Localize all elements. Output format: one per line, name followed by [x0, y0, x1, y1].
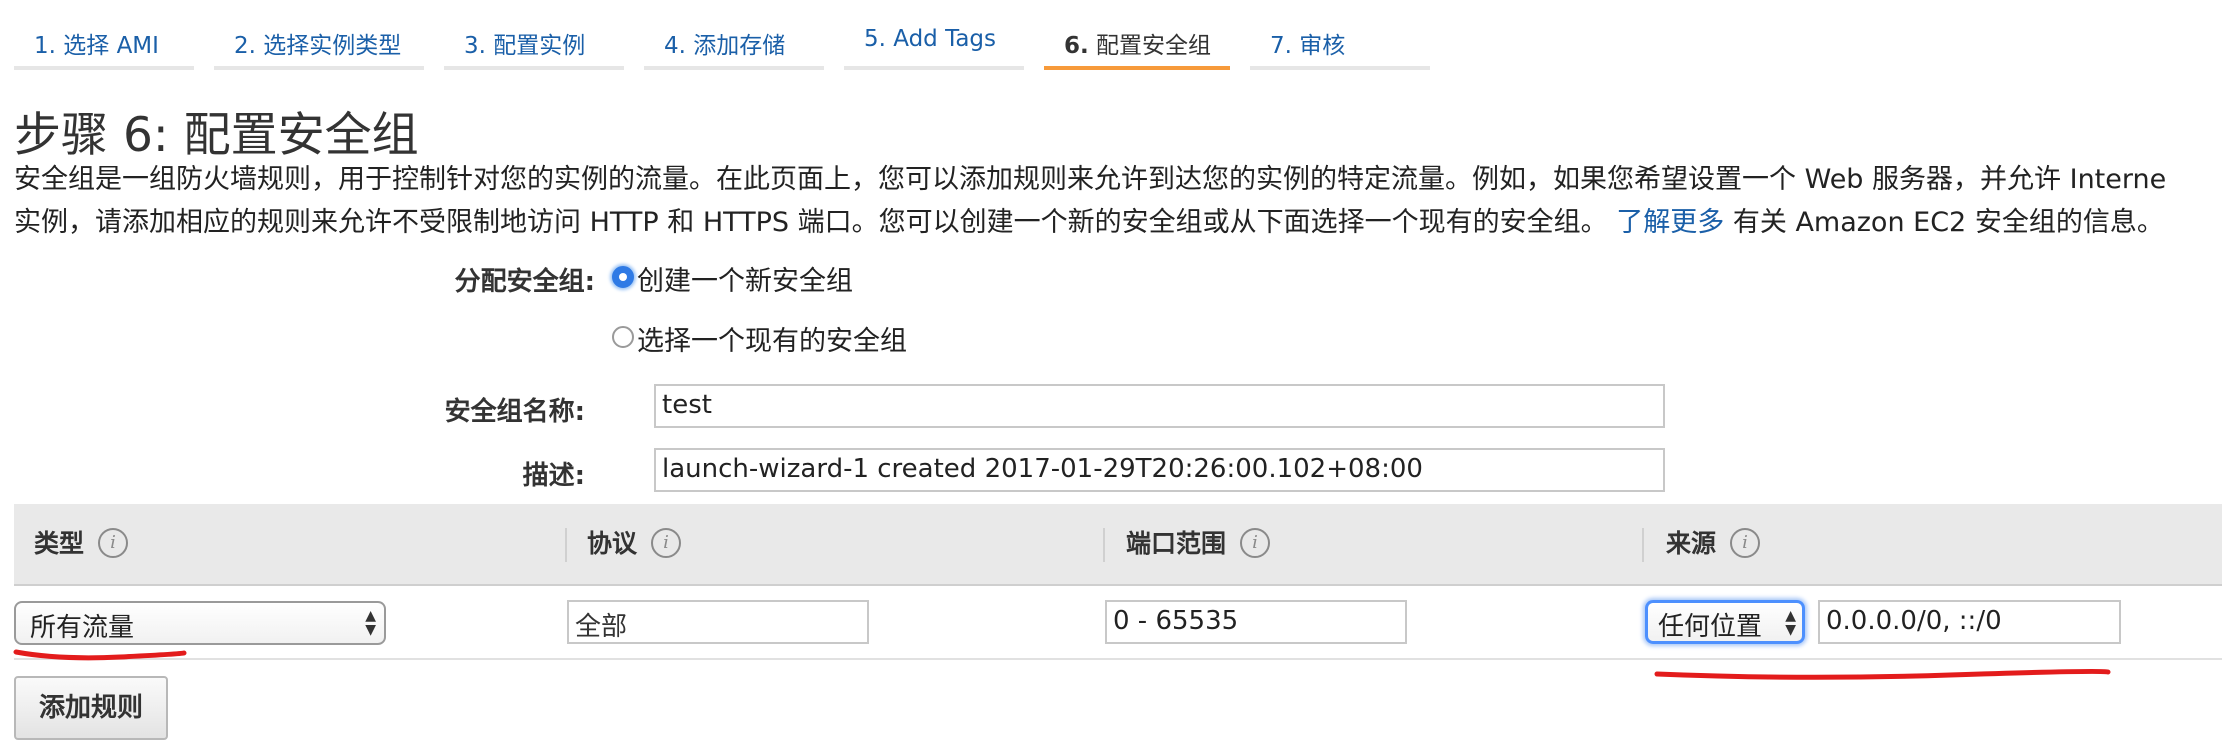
annotation-underline-type	[13, 649, 187, 661]
annotation-underline-source	[1654, 668, 2111, 680]
add-rule-button[interactable]: 添加规则	[14, 676, 168, 740]
annotation-underlines	[13, 649, 2111, 680]
